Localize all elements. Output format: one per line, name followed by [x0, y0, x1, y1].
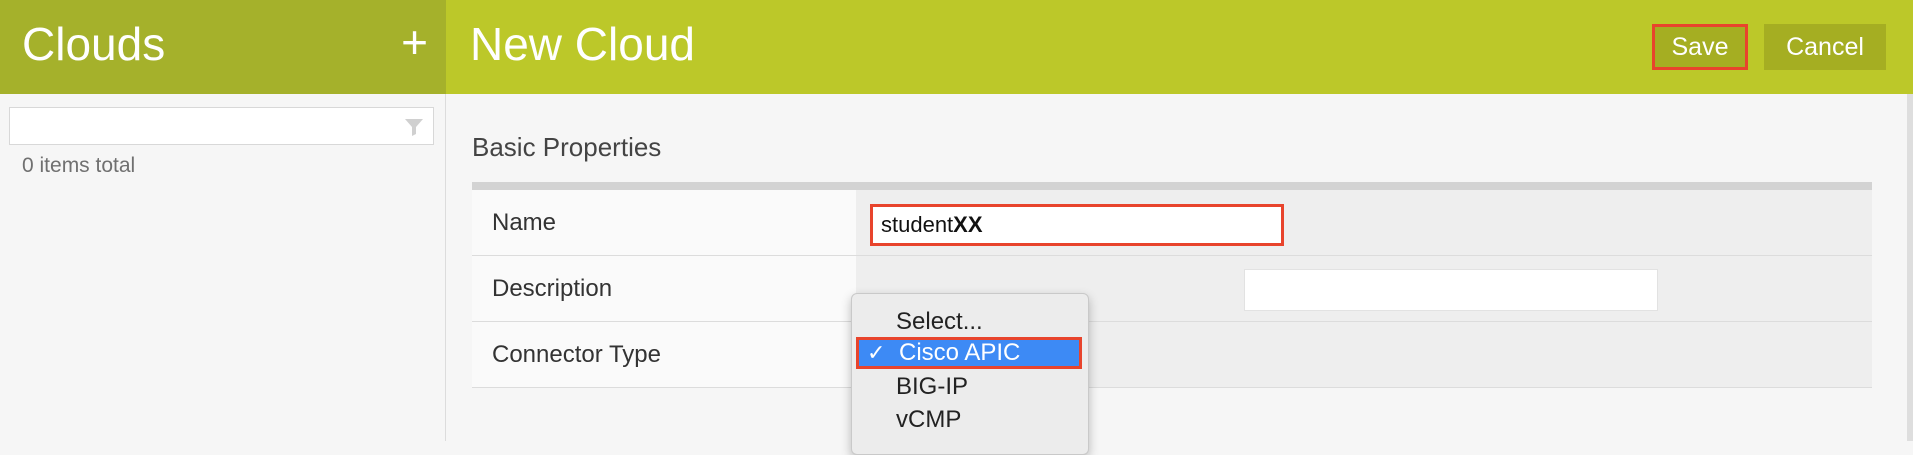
option-label: Cisco APIC — [899, 339, 1021, 366]
filter-funnel-icon[interactable] — [404, 117, 424, 137]
filter-input[interactable] — [10, 108, 410, 144]
name-label: Name — [472, 190, 856, 255]
dropdown-option-vcmp[interactable]: vCMP — [856, 404, 1082, 436]
description-field[interactable] — [1244, 269, 1658, 311]
name-value-placeholder: XX — [953, 212, 983, 237]
option-label: BIG-IP — [896, 373, 969, 400]
clouds-header: Clouds + — [0, 0, 446, 94]
description-row: Description — [472, 256, 1872, 322]
page-title: New Cloud — [470, 18, 695, 70]
cancel-button[interactable]: Cancel — [1764, 24, 1886, 70]
check-icon: ✓ — [867, 340, 886, 365]
section-title: Basic Properties — [472, 132, 662, 162]
dropdown-option-cisco-apic[interactable]: ✓ Cisco APIC — [856, 337, 1082, 369]
new-cloud-header: New Cloud Save Cancel — [446, 0, 1913, 94]
scrollbar[interactable] — [1907, 94, 1913, 441]
filter-box — [9, 107, 434, 145]
connector-type-row: Connector Type — [472, 322, 1872, 388]
description-label: Description — [472, 256, 856, 321]
connector-type-dropdown: Select... ✓ Cisco APIC BIG-IP vCMP — [851, 293, 1089, 455]
add-cloud-icon[interactable]: + — [401, 10, 428, 74]
save-button[interactable]: Save — [1652, 24, 1748, 70]
dropdown-option-big-ip[interactable]: BIG-IP — [856, 371, 1082, 403]
name-value-text: student — [881, 212, 954, 237]
clouds-title: Clouds — [22, 18, 166, 70]
connector-type-label: Connector Type — [472, 322, 856, 387]
name-field[interactable]: studentXX — [870, 204, 1284, 246]
clouds-list-pane: 0 items total — [0, 94, 446, 441]
items-total-count: 0 items total — [22, 154, 136, 177]
dropdown-option-select[interactable]: Select... — [856, 306, 1082, 338]
option-label: Select... — [896, 308, 983, 335]
option-label: vCMP — [896, 406, 962, 433]
